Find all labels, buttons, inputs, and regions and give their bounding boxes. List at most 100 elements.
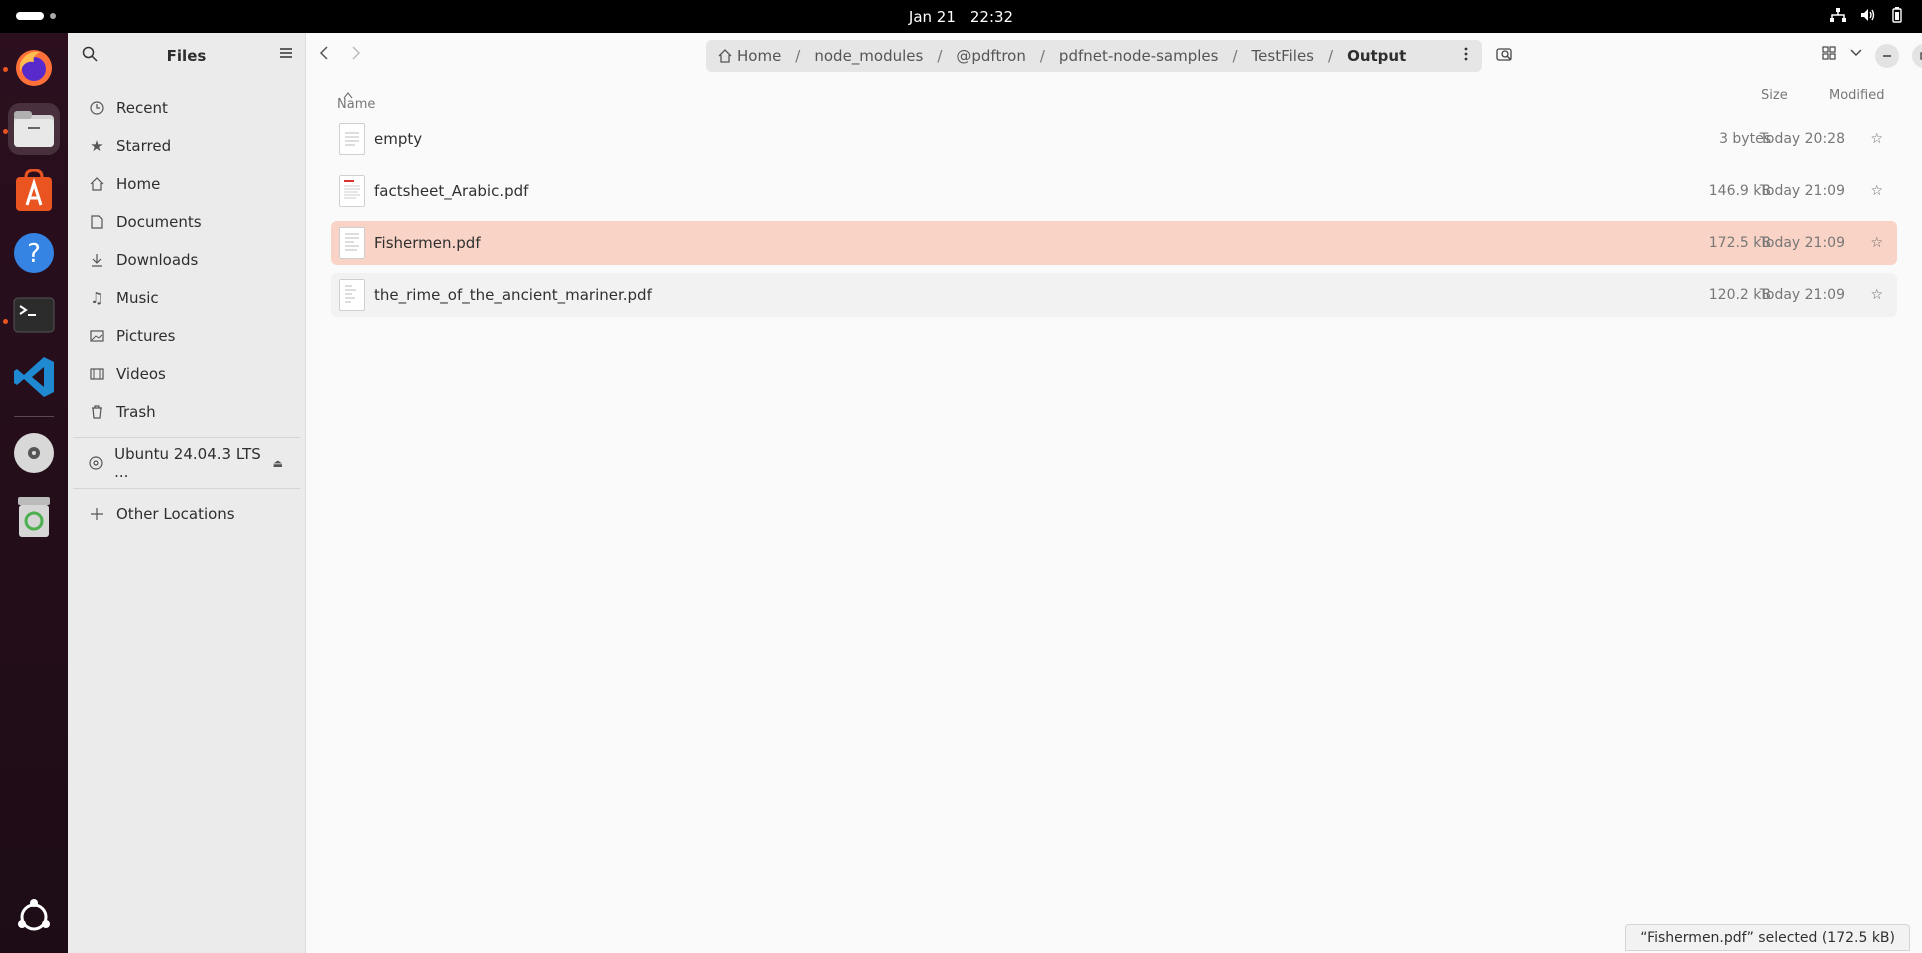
breadcrumb-separator: / [1328,47,1334,65]
clock-icon [88,99,106,117]
files-window: Files Recent ★ Starred Home Documents Do… [68,33,1922,953]
file-row[interactable]: the_rime_of_the_ancient_mariner.pdf 120.… [331,273,1897,317]
sidebar-item-label: Home [116,175,161,193]
main-content: Home / node_modules / @pdftron / pdfnet-… [307,33,1922,953]
breadcrumb-separator: / [795,47,801,65]
file-row-selected[interactable]: Fishermen.pdf 172.5 kB Today 21:09 ☆ [331,221,1897,265]
music-icon: ♫ [90,289,104,307]
breadcrumb-testfiles[interactable]: TestFiles [1252,47,1314,65]
file-modified: Today 21:09 [1759,183,1845,199]
clock-date: Jan 21 [908,7,956,26]
volume-icon [1860,8,1876,26]
download-icon [88,251,106,269]
column-header-modified[interactable]: Modified [1829,88,1884,103]
trash-icon[interactable] [8,491,60,543]
battery-icon [1890,6,1904,27]
file-row[interactable]: factsheet_Arabic.pdf 146.9 kB Today 21:0… [331,169,1897,213]
sidebar-divider [73,437,300,438]
sidebar-item-label: Starred [116,137,172,155]
sidebar-item-label: Videos [116,365,166,383]
more-options-icon[interactable] [1464,47,1468,65]
sidebar-item-recent[interactable]: Recent [68,89,305,127]
breadcrumb-label: Home [737,47,782,65]
column-headers: Name Size Modified [307,79,1922,113]
search-icon[interactable] [82,46,98,66]
back-button[interactable] [319,45,329,65]
clock[interactable]: Jan 21 22:32 [0,0,1922,33]
video-icon [88,365,106,383]
files-icon[interactable] [8,103,60,155]
maximize-button[interactable] [1912,44,1922,68]
sidebar-item-other-locations[interactable]: Other Locations [68,495,305,533]
file-name: empty [374,130,423,148]
plus-icon [88,505,106,523]
star-icon[interactable]: ☆ [1870,235,1883,251]
app-center-icon[interactable] [8,165,60,217]
star-icon[interactable]: ☆ [1870,287,1883,303]
breadcrumb-output[interactable]: Output [1347,47,1406,65]
help-icon[interactable]: ? [8,227,60,279]
sidebar-header: Files [68,33,305,79]
home-icon [718,49,732,63]
sidebar-item-label: Documents [116,213,202,231]
sidebar-item-pictures[interactable]: Pictures [68,317,305,355]
terminal-icon[interactable] [8,289,60,341]
file-modified: Today 20:28 [1759,131,1845,147]
sidebar-item-label: Music [116,289,159,307]
minimize-button[interactable] [1875,44,1899,68]
star-icon[interactable]: ☆ [1870,183,1883,199]
file-modified: Today 21:09 [1759,287,1845,303]
sidebar-item-videos[interactable]: Videos [68,355,305,393]
file-row[interactable]: empty 3 bytes Today 20:28 ☆ [331,117,1897,161]
column-header-name[interactable]: Name [337,88,375,112]
eject-icon[interactable]: ⏏ [273,457,283,470]
selection-status: “Fishermen.pdf” selected (172.5 kB) [1640,929,1895,946]
svg-text:?: ? [27,239,41,269]
vscode-icon[interactable] [8,351,60,403]
sidebar-item-label: Recent [116,99,168,117]
forward-button[interactable] [351,45,361,65]
sidebar-item-label: Trash [116,403,156,421]
file-name: factsheet_Arabic.pdf [374,182,529,200]
pdf-file-icon [339,279,365,311]
home-icon [88,175,106,193]
sidebar-divider [73,488,300,489]
sidebar-item-label: Downloads [116,251,199,269]
column-header-size[interactable]: Size [1761,88,1788,103]
sidebar-item-downloads[interactable]: Downloads [68,241,305,279]
show-apps-icon[interactable] [8,891,60,943]
clock-time: 22:32 [969,7,1014,26]
disc-icon [88,454,104,472]
hamburger-menu-icon[interactable] [279,46,293,64]
sidebar-places: Recent ★ Starred Home Documents Download… [68,89,305,533]
search-folder-icon[interactable] [1496,46,1514,66]
breadcrumb-home[interactable]: Home [718,47,781,65]
breadcrumb-pdftron[interactable]: @pdftron [956,47,1025,65]
star-icon: ★ [90,137,104,155]
top-bar: Jan 21 22:32 [0,0,1922,33]
sidebar-item-starred[interactable]: ★ Starred [68,127,305,165]
breadcrumb-pdfnet-node-samples[interactable]: pdfnet-node-samples [1059,47,1219,65]
sidebar-item-device[interactable]: Ubuntu 24.04.3 LTS ... ⏏ [68,444,305,482]
path-bar[interactable]: Home / node_modules / @pdftron / pdfnet-… [706,40,1482,72]
chevron-down-icon[interactable] [1850,46,1862,62]
pdf-file-icon [339,227,365,259]
file-name: Fishermen.pdf [374,234,481,252]
star-icon[interactable]: ☆ [1870,131,1883,147]
picture-icon [88,327,106,345]
breadcrumb-node-modules[interactable]: node_modules [814,47,923,65]
sidebar-title: Files [166,47,207,65]
dock: ? [0,33,68,953]
sidebar-item-home[interactable]: Home [68,165,305,203]
system-tray[interactable] [1830,0,1904,33]
sidebar-item-documents[interactable]: Documents [68,203,305,241]
sidebar-item-label: Ubuntu 24.04.3 LTS ... [114,445,261,481]
firefox-icon[interactable] [8,42,60,94]
grid-view-icon[interactable] [1822,46,1836,64]
file-name: the_rime_of_the_ancient_mariner.pdf [374,286,652,304]
sidebar: Files Recent ★ Starred Home Documents Do… [68,33,306,953]
sidebar-item-music[interactable]: ♫ Music [68,279,305,317]
disc-icon[interactable] [8,427,60,479]
breadcrumb-separator: / [937,47,943,65]
sidebar-item-trash[interactable]: Trash [68,393,305,431]
